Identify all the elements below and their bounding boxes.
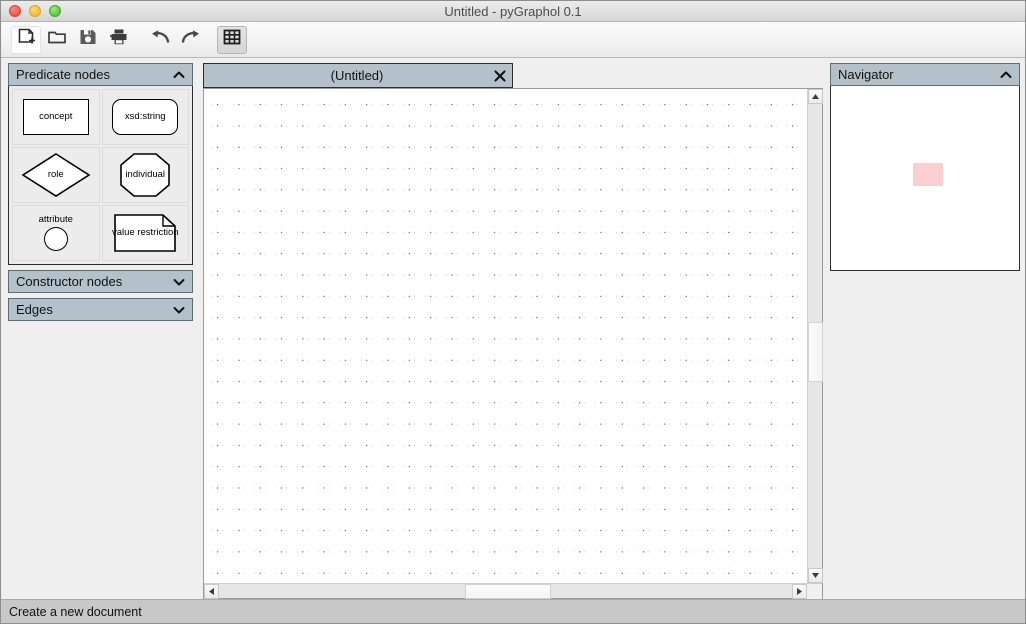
print-icon (109, 27, 129, 52)
panel-header-navigator[interactable]: Navigator (830, 63, 1020, 86)
tab-untitled[interactable]: (Untitled) (203, 63, 513, 88)
role-shape: role (20, 151, 92, 199)
status-bar: Create a new document (1, 599, 1025, 623)
tab-bar: (Untitled) (203, 63, 823, 88)
palette-item-individual[interactable]: individual (101, 147, 189, 203)
application-window: Untitled - pyGraphol 0.1 Predicate nodes… (0, 0, 1026, 624)
canvas-scroll-area (203, 88, 823, 599)
chevron-up-icon[interactable] (999, 68, 1013, 82)
right-dock: Navigator (825, 58, 1025, 599)
panel-header-predicate-nodes[interactable]: Predicate nodes (8, 63, 193, 86)
scroll-up-button[interactable] (808, 89, 823, 104)
panel-title-constructor-nodes: Constructor nodes (16, 274, 123, 289)
window-title: Untitled - pyGraphol 0.1 (444, 4, 582, 19)
palette-item-label: role (47, 168, 64, 180)
save-floppy-icon (78, 27, 98, 52)
concept-shape: concept (22, 99, 89, 135)
left-dock: Predicate nodes concept xsd:string role … (1, 58, 198, 599)
palette-item-label: attribute (38, 214, 73, 226)
scroll-down-button[interactable] (808, 568, 823, 583)
open-document-button[interactable] (42, 26, 72, 54)
attribute-shape: attribute (38, 214, 73, 251)
scroll-right-button[interactable] (792, 584, 807, 599)
undo-button[interactable] (145, 26, 175, 54)
new-document-icon (16, 27, 36, 52)
scroll-left-button[interactable] (204, 584, 219, 599)
new-document-button[interactable] (11, 25, 41, 54)
redo-arrow-icon (180, 27, 202, 52)
panel-predicate-nodes: Predicate nodes concept xsd:string role … (8, 63, 193, 265)
panel-title-navigator: Navigator (838, 67, 894, 82)
close-icon[interactable] (488, 64, 512, 87)
chevron-down-icon[interactable] (172, 303, 186, 317)
vertical-scroll-thumb[interactable] (808, 322, 823, 383)
canvas-row (204, 89, 823, 583)
panel-edges: Edges (8, 298, 193, 321)
panel-title-edges: Edges (16, 302, 53, 317)
grid-icon (222, 27, 242, 52)
redo-button[interactable] (176, 26, 206, 54)
panel-navigator: Navigator (830, 63, 1020, 271)
palette-item-role[interactable]: role (12, 147, 100, 203)
panel-header-edges[interactable]: Edges (8, 298, 193, 321)
chevron-up-icon[interactable] (172, 68, 186, 82)
panel-title-predicate-nodes: Predicate nodes (16, 67, 110, 82)
title-bar: Untitled - pyGraphol 0.1 (1, 1, 1025, 22)
horizontal-scroll-thumb[interactable] (465, 584, 552, 599)
palette-item-label: value restriction (111, 226, 179, 238)
palette-item-label: concept (39, 110, 73, 122)
palette-item-concept[interactable]: concept (12, 89, 100, 145)
palette-item-value-domain[interactable]: xsd:string (101, 89, 189, 145)
panel-constructor-nodes: Constructor nodes (8, 270, 193, 293)
editor-area: (Untitled) (198, 58, 825, 599)
vertical-scroll-track[interactable] (808, 104, 823, 568)
palette-item-value-restriction[interactable]: value restriction (101, 205, 189, 261)
palette-item-label: xsd:string (124, 110, 166, 122)
value-restriction-shape: value restriction (109, 209, 181, 257)
panel-header-constructor-nodes[interactable]: Constructor nodes (8, 270, 193, 293)
attribute-circle-icon (43, 226, 68, 251)
individual-shape: individual (109, 151, 181, 199)
diagram-canvas[interactable] (204, 89, 807, 583)
vertical-scrollbar[interactable] (807, 89, 823, 583)
scrollbar-corner (807, 584, 822, 599)
palette-item-attribute[interactable]: attribute (12, 205, 100, 261)
toggle-grid-button[interactable] (217, 25, 247, 54)
print-document-button[interactable] (104, 26, 134, 54)
workspace: Predicate nodes concept xsd:string role … (1, 58, 1025, 599)
navigator-minimap[interactable] (830, 86, 1020, 271)
save-document-button[interactable] (73, 26, 103, 54)
horizontal-scroll-track[interactable] (219, 584, 792, 599)
tab-label: (Untitled) (330, 68, 384, 83)
main-toolbar (1, 22, 1025, 58)
chevron-down-icon[interactable] (172, 275, 186, 289)
open-folder-icon (47, 27, 67, 52)
horizontal-scrollbar[interactable] (204, 583, 822, 599)
undo-arrow-icon (149, 27, 171, 52)
palette-item-label: individual (125, 168, 166, 180)
value-domain-shape: xsd:string (112, 99, 179, 135)
navigator-viewport-rect[interactable] (913, 163, 943, 186)
status-message: Create a new document (9, 604, 142, 619)
palette-predicate-nodes: concept xsd:string role individual attri… (8, 86, 193, 265)
